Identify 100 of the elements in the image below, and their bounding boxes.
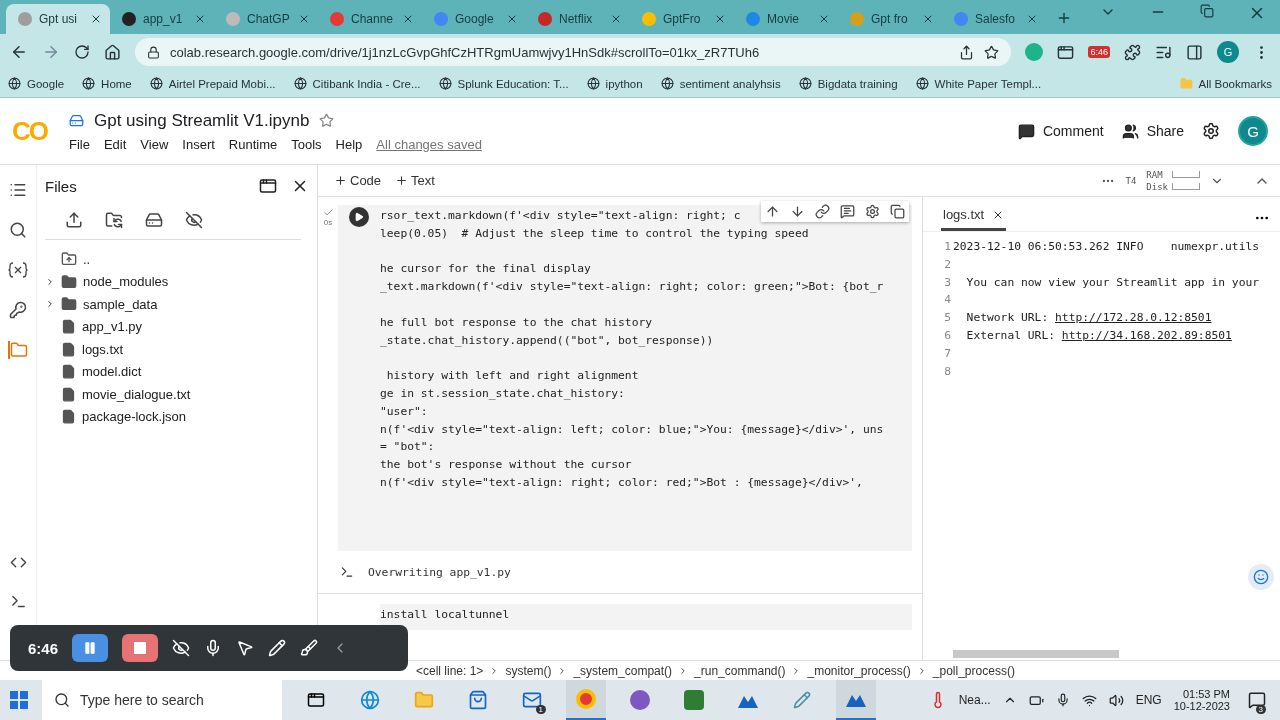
settings-icon[interactable] [865,204,880,219]
profile-avatar[interactable]: G [1217,41,1239,63]
comment-button[interactable]: Comment [1017,122,1104,140]
assistant-icon[interactable] [1248,564,1274,590]
trace-item[interactable]: system() [505,663,552,678]
brush-icon[interactable] [300,639,319,657]
network-icon[interactable] [1081,692,1097,708]
code-editor[interactable]: install localtunnel [380,604,912,630]
move-down-icon[interactable] [790,204,805,219]
browser-tab[interactable]: ChatGP [214,4,318,34]
eye-off-icon[interactable] [185,211,203,229]
window-icon[interactable] [259,177,277,195]
menu-item[interactable]: Insert [182,136,215,152]
browser-tab[interactable]: Netflix [526,4,630,34]
pen-icon[interactable] [268,639,287,657]
browser-tab[interactable]: Salesfo [942,4,1046,34]
restore-icon[interactable] [1200,4,1214,18]
stop-button[interactable] [122,634,159,662]
share-icon[interactable] [959,44,975,60]
variables-icon[interactable] [8,261,28,279]
caret-icon[interactable] [45,276,55,287]
mic-icon[interactable] [1055,693,1070,707]
code-editor[interactable] [380,205,912,552]
menu-item[interactable]: Edit [103,136,127,152]
gpu-label[interactable]: T4 [1125,175,1137,186]
notifications-button[interactable]: 3 [1242,680,1272,720]
add-text-button[interactable]: Text [395,173,435,188]
file-row[interactable]: logs.txt [45,338,309,361]
notebook-title[interactable]: Gpt using Streamlit V1.ipynb [94,110,310,131]
reload-icon[interactable] [74,44,90,60]
editor-tab[interactable]: logs.txt [941,205,1007,231]
windows-start-icon[interactable] [10,691,28,709]
drive-icon[interactable] [145,211,163,229]
home-icon[interactable] [104,43,121,61]
add-code-button[interactable]: Code [334,173,382,188]
trace-item[interactable]: _poll_process() [932,663,1015,678]
file-row[interactable]: model.dict [45,360,309,383]
browser-tab[interactable]: app_v1 [110,4,214,34]
menu-item[interactable]: Tools [291,136,322,152]
back-icon[interactable] [10,43,28,61]
language-indicator[interactable]: ENG [1135,693,1162,707]
link-icon[interactable] [815,204,830,219]
terminal-icon[interactable] [9,593,27,610]
file-row[interactable]: package-lock.json [45,405,309,428]
trace-item[interactable]: _run_command() [694,663,786,678]
run-button[interactable] [349,207,369,227]
search-icon[interactable] [9,221,27,239]
mirror-icon[interactable] [890,204,905,219]
bookmark[interactable]: Bigdata training [798,77,898,90]
bookmark[interactable]: White Paper Templ... [915,77,1042,90]
browser-tab[interactable]: Movie [734,4,838,34]
url-link[interactable]: http://34.168.202.89:8501 [1061,327,1232,345]
table-of-contents-icon[interactable] [9,181,27,199]
hide-icon[interactable] [172,639,191,657]
bookmark[interactable]: Citibank India - Cre... [293,77,421,90]
extension-badge[interactable]: 6:46 [1088,46,1110,58]
bookmark[interactable]: Splunk Education: T... [438,77,569,90]
browser-tab[interactable]: GptFro [630,4,734,34]
browser-tab[interactable]: Channe [318,4,422,34]
scrollbar[interactable] [953,650,1119,658]
url-link[interactable]: http://172.28.0.12:8501 [1055,309,1212,327]
mountain-icon[interactable] [836,680,876,720]
trace-item[interactable]: _system_compat() [573,663,673,678]
menu-item[interactable]: Runtime [228,136,278,152]
trace-item[interactable]: <cell line: 1> [416,663,484,678]
file-row[interactable]: app_v1.py [45,315,309,338]
new-tab-icon[interactable] [1056,10,1072,26]
move-up-icon[interactable] [765,204,780,219]
star-icon[interactable] [319,113,335,128]
weather-text[interactable]: Nea... [958,693,991,707]
bookmark[interactable]: sentiment analyhsis [660,77,781,90]
file-row[interactable]: node_modules [45,270,309,293]
extension-icon[interactable] [1057,43,1075,61]
key-icon[interactable] [9,301,27,319]
refresh-folder-icon[interactable] [105,211,123,229]
resource-meter[interactable]: RAM Disk [1146,169,1200,192]
forward-icon[interactable] [42,43,60,61]
bookmark[interactable]: ipython [586,77,643,90]
bookmark[interactable]: Google [8,77,65,90]
address-bar[interactable]: colab.research.google.com/drive/1j1nzLcGvpGhfCzHTRgmUamwjvy1HnSdk#scrollTo=01kx_zR7TUh6 [135,38,1012,66]
bookmark[interactable]: Airtel Prepaid Mobi... [149,77,276,90]
chrome-icon[interactable] [566,680,606,720]
menu-item[interactable]: File [69,136,90,152]
pause-button[interactable] [72,634,109,662]
files-icon[interactable] [8,341,28,359]
menu-item[interactable]: View [140,136,169,152]
pointer-icon[interactable] [236,639,255,657]
mail-icon[interactable]: 1 [512,680,552,720]
star-icon[interactable] [984,44,1000,60]
profile-avatar[interactable]: G [1238,116,1268,146]
clock[interactable]: 01:53 PM 10-12-2023 [1173,688,1230,712]
browser-tab[interactable]: Gpt usi [6,4,110,34]
upload-icon[interactable] [65,211,83,229]
bookmark[interactable]: Home [82,77,132,90]
browser-tab[interactable]: Gpt fro [838,4,942,34]
caret-icon[interactable] [45,299,55,310]
puzzle-icon[interactable] [1124,43,1141,61]
browser-tab[interactable]: Google [422,4,526,34]
close-icon[interactable] [90,13,102,25]
settings-icon[interactable] [1202,122,1220,140]
